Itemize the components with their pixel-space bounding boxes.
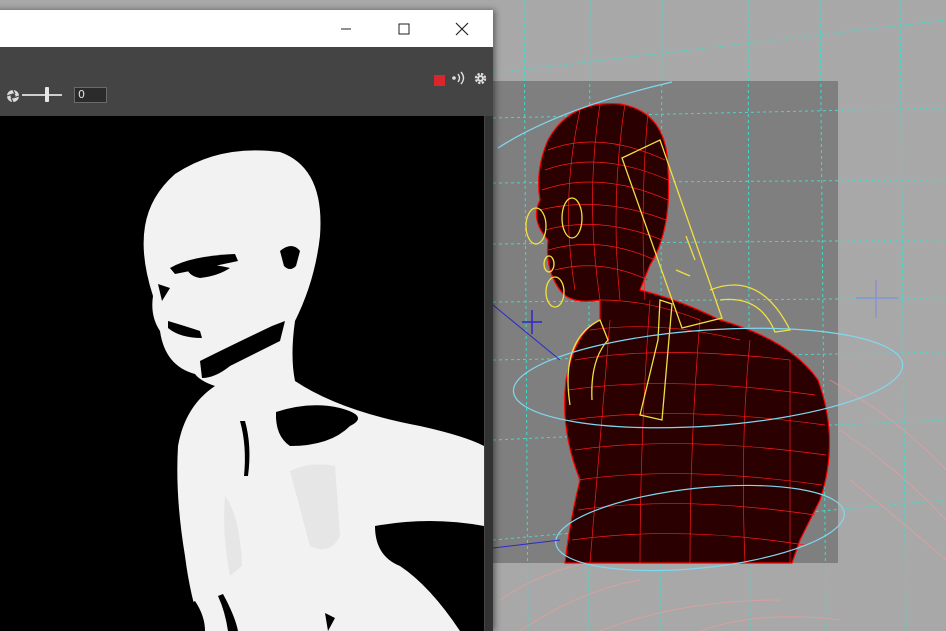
close-icon (455, 22, 469, 35)
gear-icon[interactable] (473, 71, 488, 86)
exposure-slider-track[interactable] (22, 94, 62, 96)
exposure-slider-handle[interactable] (45, 87, 49, 102)
broadcast-icon[interactable] (451, 70, 469, 86)
aperture-icon[interactable] (6, 89, 20, 103)
render-view-window: 0 (0, 10, 493, 631)
rendered-figure (143, 150, 484, 631)
maximize-icon (398, 23, 410, 34)
window-titlebar[interactable] (0, 10, 493, 48)
close-button[interactable] (433, 10, 491, 47)
exposure-value-field[interactable]: 0 (74, 87, 107, 103)
record-button[interactable] (434, 75, 445, 86)
maximize-button[interactable] (375, 10, 433, 47)
render-toolbar: 0 (0, 47, 493, 103)
minimize-button[interactable] (317, 10, 375, 47)
render-canvas[interactable] (0, 116, 484, 631)
canvas-scrollbar[interactable] (485, 116, 493, 631)
minimize-icon (341, 28, 351, 29)
